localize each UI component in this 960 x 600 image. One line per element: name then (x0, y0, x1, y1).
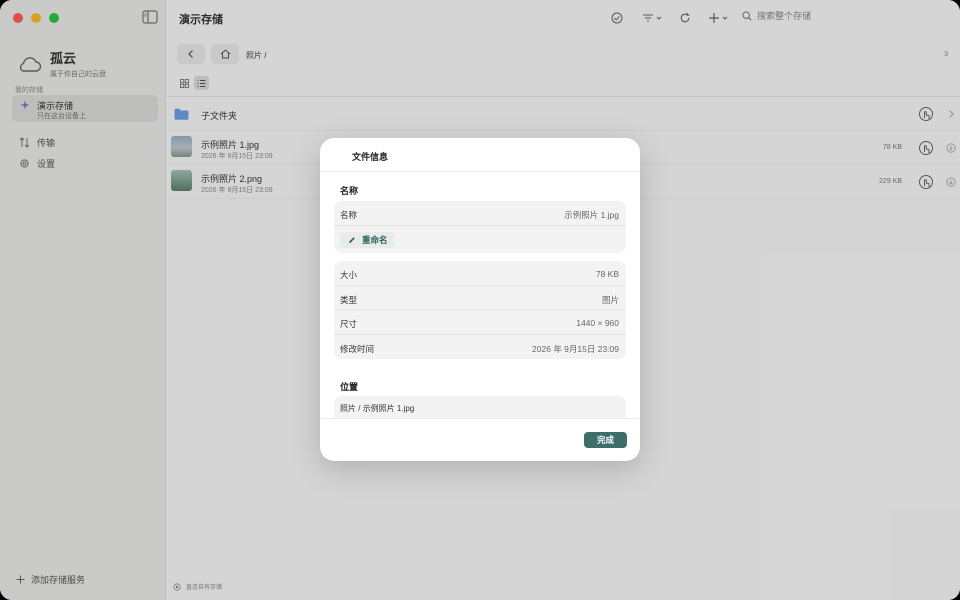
detail-value: 图片 (601, 294, 619, 305)
detail-row: 修改时间 2026 年 9月15日 23:09 (334, 335, 626, 360)
location-section-title: 位置 (340, 382, 359, 392)
rename-label: 重命名 (362, 235, 388, 245)
detail-key: 大小 (340, 270, 358, 280)
detail-key: 类型 (340, 294, 358, 305)
name-value: 示例照片 1.jpg (564, 210, 619, 220)
detail-value: 2026 年 9月15日 23:09 (532, 343, 619, 354)
detail-row: 尺寸 1440 × 960 (334, 310, 626, 335)
detail-value: 1440 × 960 (576, 318, 619, 328)
name-row: 名称 示例照片 1.jpg (334, 201, 626, 226)
file-info-dialog: 文件信息 名称 名称 示例照片 1.jpg 重命名 大小 78 KB 类型 图片… (320, 138, 640, 461)
dialog-body: 名称 名称 示例照片 1.jpg 重命名 大小 78 KB 类型 图片 尺寸 1… (320, 172, 640, 418)
detail-value: 78 KB (595, 269, 619, 279)
dialog-header: 文件信息 (320, 138, 640, 172)
detail-key: 修改时间 (340, 343, 375, 354)
rename-button[interactable]: 重命名 (340, 232, 395, 248)
name-card: 名称 示例照片 1.jpg 重命名 (334, 201, 626, 253)
dialog-footer: 完成 (320, 418, 640, 461)
detail-key: 尺寸 (340, 319, 358, 329)
detail-row: 大小 78 KB (334, 261, 626, 286)
detail-row: 类型 图片 (334, 286, 626, 310)
dialog-title: 文件信息 (352, 152, 389, 162)
name-section-title: 名称 (340, 186, 359, 196)
location-value: 照片 / 示例照片 1.jpg (340, 404, 415, 413)
location-card: 照片 / 示例照片 1.jpg (334, 396, 626, 418)
app-window: 孤云 属于你自己的云盘 我的存储 演示存储 只在这台设备上 传输 设置 添加存储… (0, 0, 960, 600)
details-card: 大小 78 KB 类型 图片 尺寸 1440 × 960 修改时间 2026 年… (334, 261, 626, 359)
done-button[interactable]: 完成 (584, 432, 627, 448)
pencil-icon (349, 237, 355, 243)
name-key: 名称 (340, 210, 358, 220)
